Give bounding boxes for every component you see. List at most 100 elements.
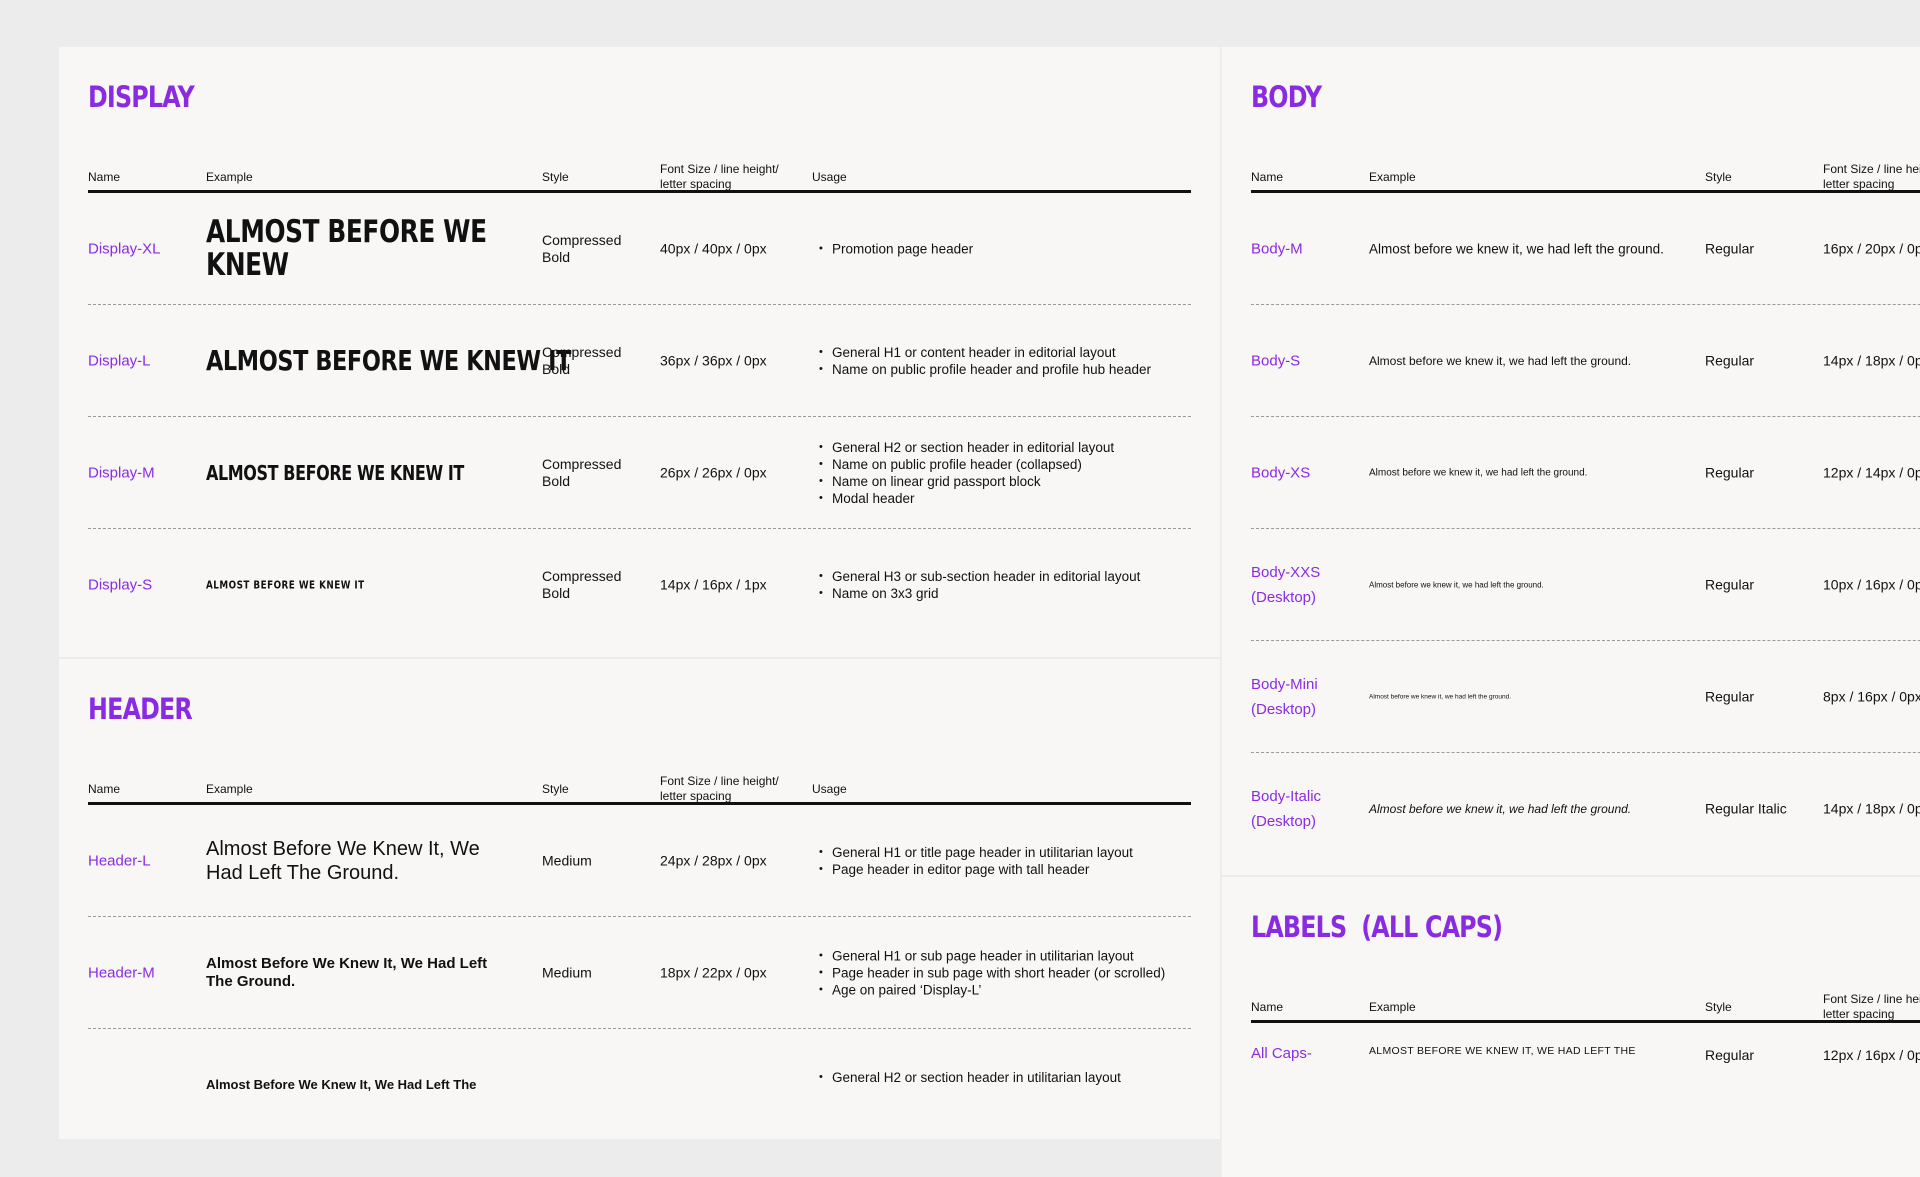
usage-list: General H2 or section header in utilitar…: [812, 1069, 1202, 1086]
style-name: Body-S: [1251, 352, 1301, 369]
body-panel: BODY Name Example Style Font Size / line…: [1222, 47, 1920, 875]
column-header-style: Style: [1705, 170, 1732, 184]
column-header-size: Font Size / line height/ letter spacing: [660, 162, 779, 191]
style-weight: Compressed Bold: [542, 231, 622, 265]
column-header-name: Name: [1251, 170, 1284, 184]
header-panel: HEADER Name Example Style Font Size / li…: [59, 659, 1220, 1139]
column-header-usage: Usage: [812, 782, 847, 796]
table-row: Display-XL ALMOST BEFORE WE KNEW Compres…: [88, 193, 1191, 305]
usage-item: Age on paired ‘Display-L’: [812, 981, 1202, 998]
usage-list: General H2 or section header in editoria…: [812, 439, 1202, 507]
column-header-style: Style: [542, 782, 569, 796]
column-header-example: Example: [206, 782, 253, 796]
section-title: LABELS (ALL CAPS): [1251, 910, 1503, 944]
table-row: Almost Before We Knew It, We Had Left Th…: [88, 1029, 1191, 1139]
style-example: ALMOST BEFORE WE KNEW IT: [206, 343, 571, 377]
style-name: Display-M: [88, 464, 155, 481]
column-header-example: Example: [1369, 170, 1416, 184]
style-example: ALMOST BEFORE WE KNEW IT: [206, 578, 365, 592]
column-header-size: Font Size / line height/ letter spacing: [1823, 992, 1920, 1021]
style-example: Almost before we knew it, we had left th…: [1369, 693, 1511, 700]
usage-item: Name on 3x3 grid: [812, 585, 1202, 602]
style-example: ALMOST BEFORE WE KNEW IT, WE HAD LEFT TH…: [1369, 1045, 1636, 1057]
usage-item: General H1 or sub page header in utilita…: [812, 947, 1202, 964]
style-weight: Medium: [542, 852, 592, 868]
style-weight: Compressed Bold: [542, 455, 622, 489]
style-weight: Regular: [1705, 576, 1755, 592]
style-name: All Caps-: [1251, 1045, 1312, 1062]
table-row: Body-S Almost before we knew it, we had …: [1251, 305, 1920, 417]
column-header-style: Style: [542, 170, 569, 184]
style-size: 10px / 16px / 0px: [1823, 576, 1920, 592]
column-header-size: Font Size / line height/ letter spacing: [660, 774, 779, 803]
table-row: Header-L Almost Before We Knew It, We Ha…: [88, 805, 1191, 917]
table-row: Body-M Almost before we knew it, we had …: [1251, 193, 1920, 305]
table-row: Body-XS Almost before we knew it, we had…: [1251, 417, 1920, 529]
style-size: 24px / 28px / 0px: [660, 852, 767, 868]
style-weight: Compressed Bold: [542, 343, 622, 377]
style-size: 12px / 14px / 0px: [1823, 464, 1920, 480]
column-header-example: Example: [206, 170, 253, 184]
usage-item: Modal header: [812, 490, 1202, 507]
table-row: Body-Mini (Desktop) Almost before we kne…: [1251, 641, 1920, 753]
usage-list: General H3 or sub-section header in edit…: [812, 568, 1202, 602]
style-weight: Regular: [1705, 240, 1755, 256]
table-row: Display-M ALMOST BEFORE WE KNEW IT Compr…: [88, 417, 1191, 529]
style-weight: Regular: [1705, 464, 1755, 480]
style-size: 14px / 18px / 0px: [1823, 352, 1920, 368]
table-row: Header-M Almost Before We Knew It, We Ha…: [88, 917, 1191, 1029]
usage-item: General H1 or content header in editoria…: [812, 344, 1202, 361]
style-name: Header-L: [88, 852, 151, 869]
style-size: 12px / 16px / 0px: [1823, 1047, 1920, 1063]
style-size: 14px / 16px / 1px: [660, 576, 767, 593]
table-row: Body-XXS (Desktop) Almost before we knew…: [1251, 529, 1920, 641]
style-name: Display-S: [88, 576, 153, 594]
usage-item: Name on public profile header and profil…: [812, 361, 1202, 378]
usage-list: General H1 or sub page header in utilita…: [812, 947, 1202, 998]
section-title: HEADER: [88, 692, 193, 726]
usage-item: Name on public profile header (collapsed…: [812, 456, 1202, 473]
style-size: 40px / 40px / 0px: [660, 240, 767, 256]
style-name: Display-L: [88, 352, 151, 369]
usage-list: General H1 or title page header in utili…: [812, 844, 1202, 878]
usage-item: General H2 or section header in editoria…: [812, 439, 1202, 456]
column-header-style: Style: [1705, 1000, 1732, 1014]
column-header-example: Example: [1369, 1000, 1416, 1014]
style-example: Almost before we knew it, we had left th…: [1369, 353, 1632, 368]
usage-list: General H1 or content header in editoria…: [812, 344, 1202, 378]
style-size: 26px / 26px / 0px: [660, 464, 767, 480]
style-size: 16px / 20px / 0px: [1823, 240, 1920, 256]
style-example: ALMOST BEFORE WE KNEW: [206, 213, 487, 283]
usage-item: Promotion page header: [812, 240, 1202, 257]
usage-item: General H2 or section header in utilitar…: [812, 1069, 1202, 1086]
style-name: Body-XS: [1251, 464, 1311, 481]
section-title: BODY: [1251, 80, 1322, 114]
style-name: Body-Italic (Desktop): [1251, 788, 1322, 830]
style-name: Body-XXS (Desktop): [1251, 563, 1321, 606]
style-weight: Medium: [542, 964, 592, 980]
style-weight: Regular: [1705, 352, 1755, 368]
table-row: Display-S ALMOST BEFORE WE KNEW IT Compr…: [88, 529, 1191, 641]
table-row: All Caps- ALMOST BEFORE WE KNEW IT, WE H…: [1251, 1023, 1920, 1135]
display-panel: DISPLAY Name Example Style Font Size / l…: [59, 47, 1220, 657]
style-weight: Regular: [1705, 688, 1755, 704]
column-header-size: Font Size / line height/ letter spacing: [1823, 162, 1920, 191]
usage-list: Promotion page header: [812, 240, 1202, 257]
column-header-name: Name: [88, 170, 121, 184]
style-weight: Compressed Bold: [542, 568, 622, 601]
style-name: Body-M: [1251, 240, 1303, 257]
column-header-name: Name: [88, 782, 121, 796]
style-example: Almost before we knew it, we had left th…: [1369, 467, 1588, 478]
section-title: DISPLAY: [88, 80, 195, 114]
labels-panel: LABELS (ALL CAPS) Name Example Style Fon…: [1222, 877, 1920, 1177]
usage-item: Page header in editor page with tall hea…: [812, 861, 1202, 878]
column-header-name: Name: [1251, 1000, 1284, 1014]
style-example: Almost before we knew it, we had left th…: [1369, 802, 1632, 816]
usage-item: Page header in sub page with short heade…: [812, 964, 1202, 981]
usage-item: General H3 or sub-section header in edit…: [812, 568, 1202, 585]
style-example: Almost Before We Knew It, We Had Left Th…: [206, 837, 480, 884]
style-size: 14px / 18px / 0px: [1823, 800, 1920, 817]
usage-item: Name on linear grid passport block: [812, 473, 1202, 490]
style-example: Almost before we knew it, we had left th…: [1369, 241, 1664, 256]
style-size: 36px / 36px / 0px: [660, 352, 767, 368]
